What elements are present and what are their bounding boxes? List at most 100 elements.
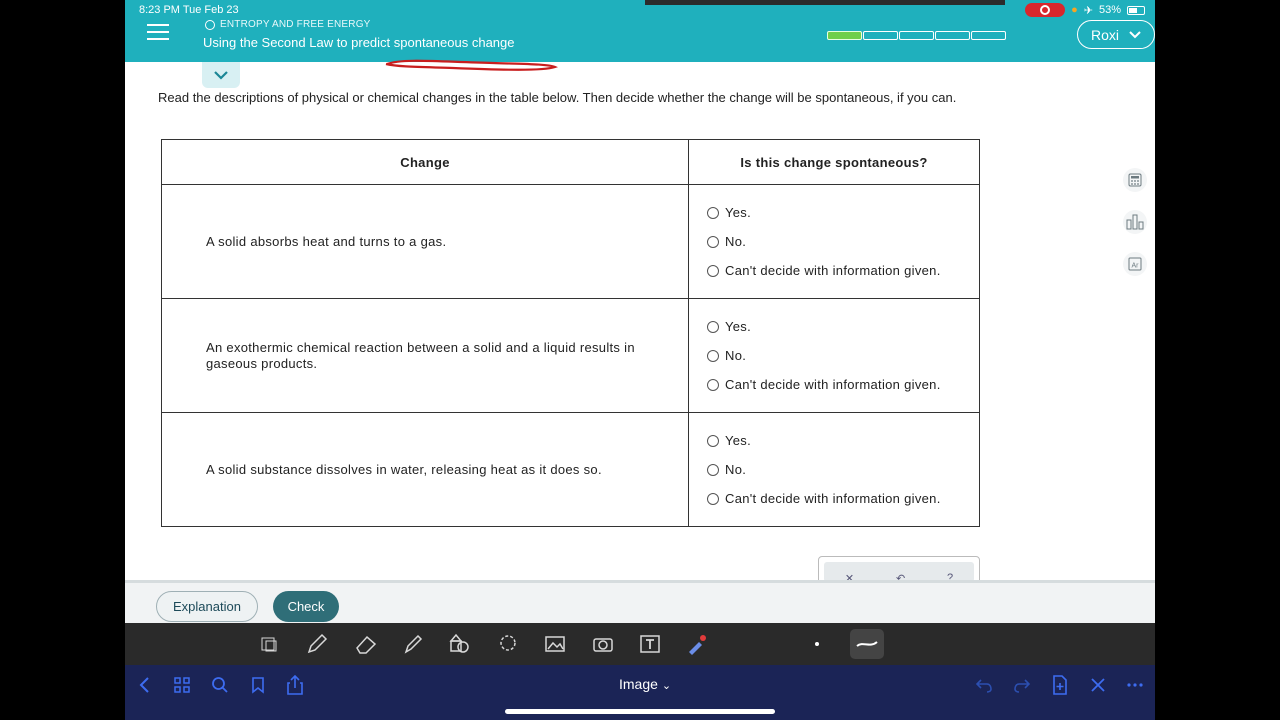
option-yes[interactable]: Yes. — [707, 426, 979, 455]
progress-bar — [827, 31, 1006, 40]
app-frame: 8:23 PM Tue Feb 23 ● ✈ 53% ENTROPY AND F… — [125, 0, 1155, 720]
option-no[interactable]: No. — [707, 341, 979, 370]
svg-text:Ar: Ar — [1132, 263, 1140, 270]
option-cant-decide[interactable]: Can't decide with information given. — [707, 484, 979, 513]
hamburger-menu-icon[interactable] — [147, 24, 169, 42]
chevron-down-icon — [214, 70, 228, 80]
table-header-change: Change — [161, 139, 689, 185]
option-no[interactable]: No. — [707, 227, 979, 256]
option-cant-decide[interactable]: Can't decide with information given. — [707, 370, 979, 399]
stroke-style-button[interactable] — [850, 629, 884, 659]
user-menu-button[interactable]: Roxi — [1077, 20, 1155, 49]
radio-button[interactable] — [707, 264, 719, 277]
change-description: A solid substance dissolves in water, re… — [161, 412, 689, 527]
bookmark-icon[interactable] — [247, 674, 269, 696]
instructions-text: Read the descriptions of physical or che… — [158, 90, 957, 105]
search-icon[interactable] — [209, 674, 231, 696]
option-label: No. — [725, 348, 747, 363]
collapse-header-button[interactable] — [202, 62, 240, 88]
airplane-mode-icon: ✈ — [1083, 4, 1093, 17]
options-cell: Yes. No. Can't decide with information g… — [688, 184, 980, 299]
app-nav-toolbar: Image ⌄ — [125, 665, 1155, 720]
image-insert-icon[interactable] — [542, 632, 568, 656]
pen-icon[interactable] — [304, 632, 330, 656]
side-tools: Ar — [1123, 168, 1147, 276]
radio-button[interactable] — [707, 206, 719, 219]
text-tool-icon[interactable] — [637, 632, 663, 656]
options-cell: Yes. No. Can't decide with information g… — [688, 298, 980, 413]
option-no[interactable]: No. — [707, 455, 979, 484]
pen-size-dot[interactable] — [815, 642, 819, 646]
redo-icon[interactable] — [1011, 674, 1033, 696]
change-description: A solid absorbs heat and turns to a gas. — [161, 184, 689, 299]
option-label: No. — [725, 462, 747, 477]
radio-button[interactable] — [707, 434, 719, 447]
answer-tools-row: ✕ ↶ ? — [824, 562, 974, 581]
radio-button[interactable] — [707, 492, 719, 505]
shapes-icon[interactable] — [447, 632, 473, 656]
battery-icon — [1127, 5, 1145, 15]
option-label: No. — [725, 234, 747, 249]
top-bezel — [645, 0, 1005, 5]
topic-row: ENTROPY AND FREE ENERGY — [205, 19, 371, 30]
option-label: Yes. — [725, 433, 752, 448]
add-page-icon[interactable] — [1049, 674, 1071, 696]
option-label: Yes. — [725, 319, 752, 334]
markup-toolbar — [125, 623, 1155, 665]
topic-label: ENTROPY AND FREE ENERGY — [220, 19, 371, 30]
option-label: Yes. — [725, 205, 752, 220]
topic-status-icon — [205, 19, 215, 30]
status-time: 8:23 PM Tue Feb 23 — [139, 4, 239, 16]
eraser-icon[interactable] — [353, 632, 379, 656]
explanation-button[interactable]: Explanation — [156, 591, 258, 622]
answer-table: Change Is this change spontaneous? A sol… — [161, 139, 980, 527]
lesson-title: Using the Second Law to predict spontane… — [203, 35, 515, 50]
home-indicator — [505, 709, 775, 714]
share-icon[interactable] — [284, 674, 306, 696]
radio-button[interactable] — [707, 349, 719, 362]
stroke-preview-icon — [856, 641, 878, 647]
radio-button[interactable] — [707, 320, 719, 333]
progress-segment — [827, 31, 862, 40]
calculator-icon[interactable] — [1123, 168, 1147, 192]
highlighter-icon[interactable] — [400, 632, 426, 656]
table-row: An exothermic chemical reaction between … — [161, 298, 980, 413]
option-cant-decide[interactable]: Can't decide with information given. — [707, 256, 979, 285]
option-label: Can't decide with information given. — [725, 377, 941, 392]
close-icon[interactable] — [1087, 674, 1109, 696]
option-yes[interactable]: Yes. — [707, 198, 979, 227]
user-name: Roxi — [1090, 26, 1119, 43]
undo-icon[interactable] — [973, 674, 995, 696]
table-row: A solid absorbs heat and turns to a gas.… — [161, 184, 980, 299]
header-bar: 8:23 PM Tue Feb 23 ● ✈ 53% ENTROPY AND F… — [125, 0, 1155, 62]
progress-segment — [899, 31, 934, 40]
periodic-table-icon[interactable]: Ar — [1123, 252, 1147, 276]
select-tool-icon[interactable] — [256, 632, 282, 656]
radio-button[interactable] — [707, 463, 719, 476]
option-yes[interactable]: Yes. — [707, 312, 979, 341]
battery-percent: 53% — [1098, 4, 1121, 16]
mode-label: Image — [619, 676, 658, 692]
table-header-spontaneous: Is this change spontaneous? — [688, 139, 980, 185]
back-icon[interactable] — [133, 674, 155, 696]
option-label: Can't decide with information given. — [725, 491, 941, 506]
bar-chart-icon[interactable] — [1123, 210, 1147, 234]
screen-recording-icon — [1025, 3, 1066, 17]
more-icon[interactable] — [1124, 674, 1146, 696]
option-label: Can't decide with information given. — [725, 263, 941, 278]
grid-icon[interactable] — [171, 674, 193, 696]
radio-button[interactable] — [707, 235, 719, 248]
camera-icon[interactable] — [590, 632, 616, 656]
options-cell: Yes. No. Can't decide with information g… — [688, 412, 980, 527]
chevron-down-icon — [1129, 30, 1141, 38]
progress-segment — [863, 31, 898, 40]
table-row: A solid substance dissolves in water, re… — [161, 412, 980, 527]
check-button[interactable]: Check — [273, 591, 339, 622]
progress-segment — [971, 31, 1006, 40]
lasso-icon[interactable] — [495, 632, 521, 656]
laser-pointer-icon[interactable] — [684, 632, 710, 656]
footer-bar: Explanation Check — [125, 580, 1155, 623]
mode-menu-button[interactable]: Image ⌄ — [619, 676, 671, 692]
change-description: An exothermic chemical reaction between … — [161, 298, 689, 413]
radio-button[interactable] — [707, 378, 719, 391]
